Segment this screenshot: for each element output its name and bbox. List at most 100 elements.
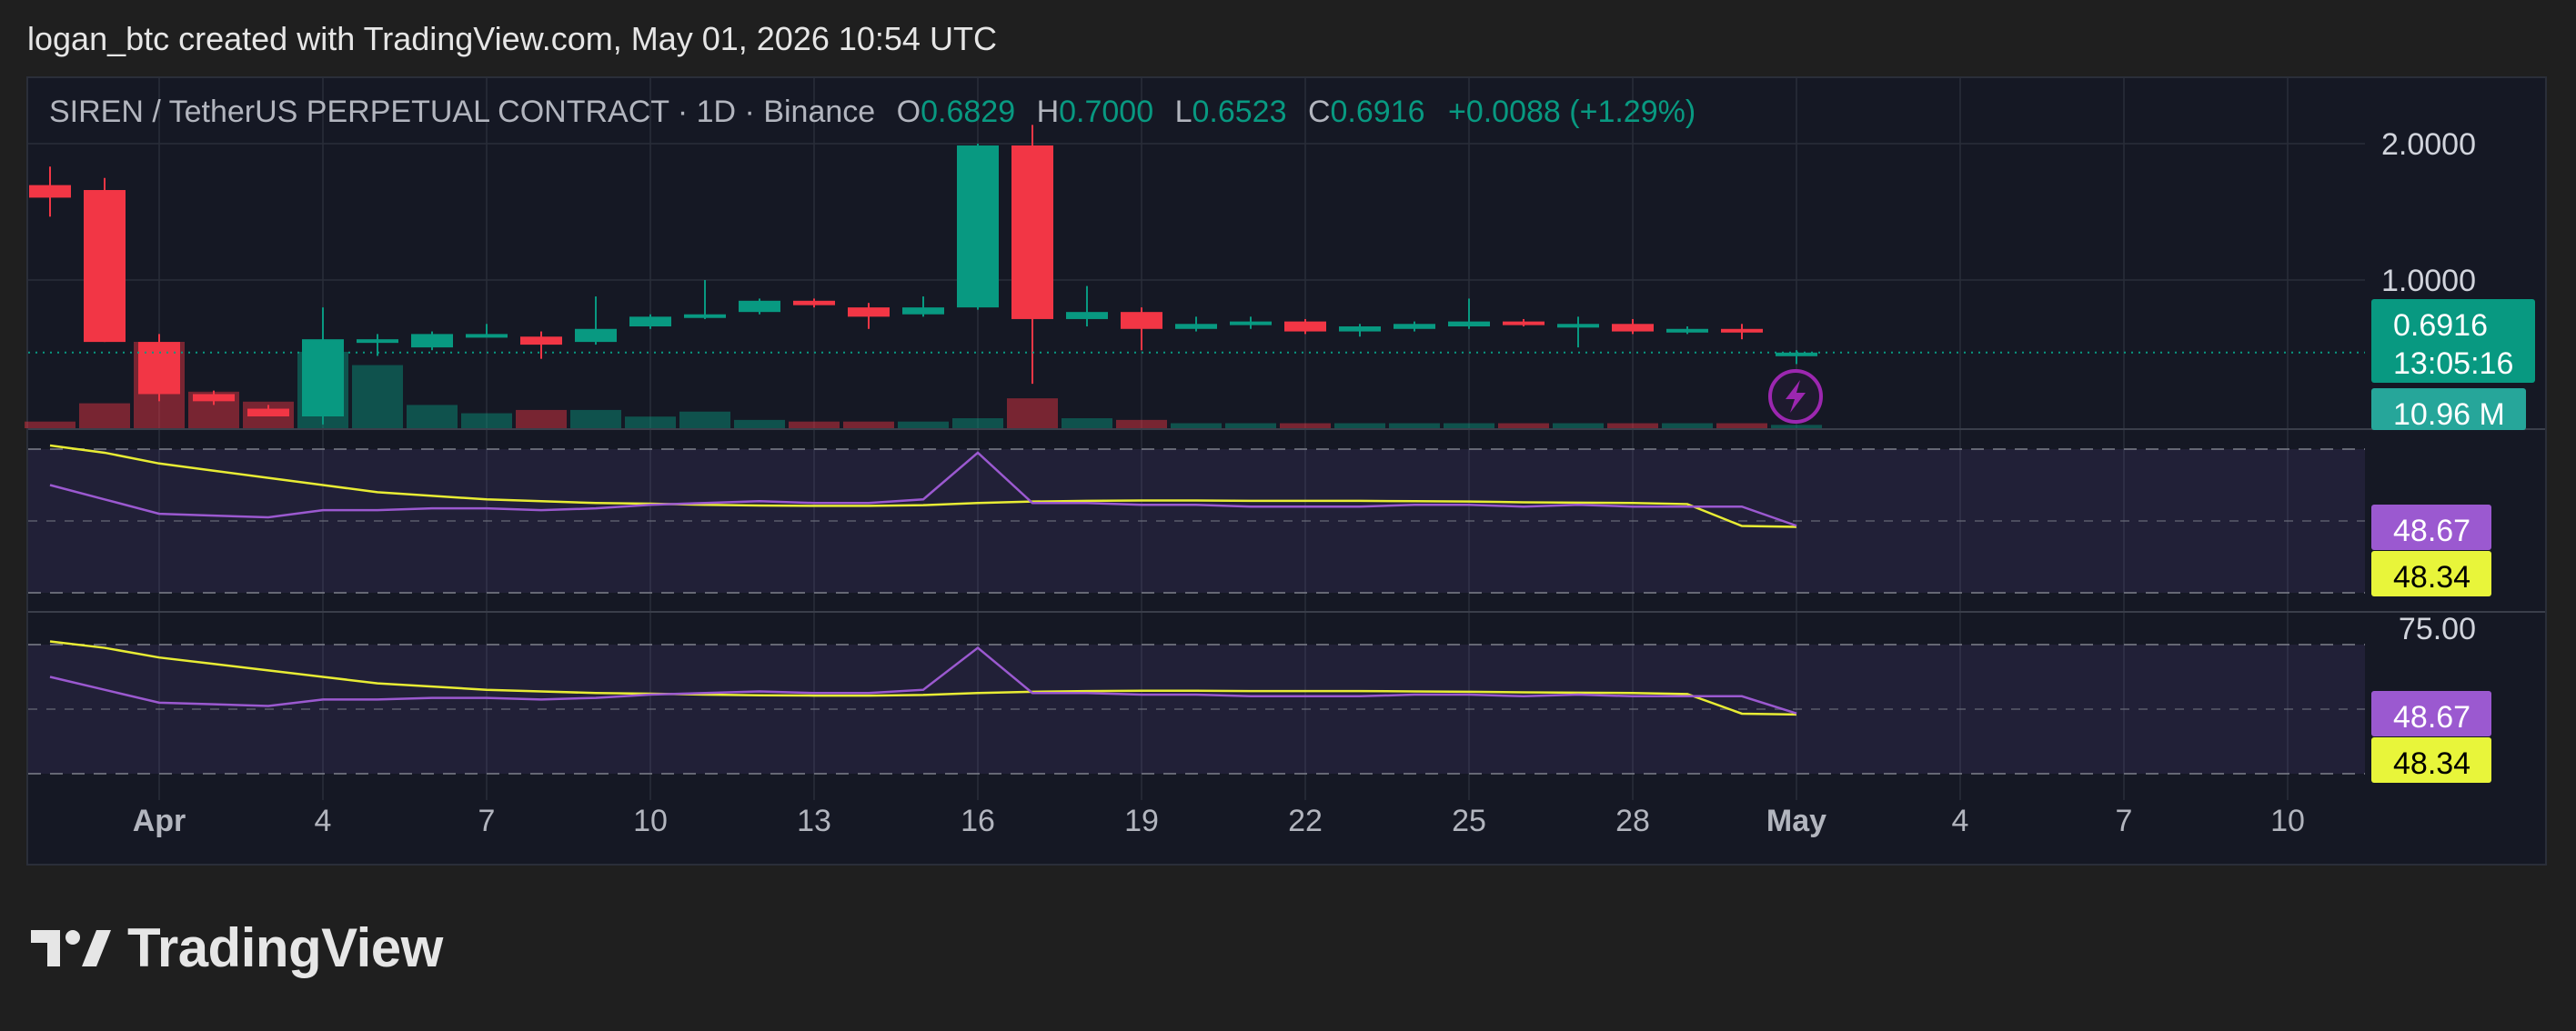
- price-axis-label: 1.0000: [2381, 264, 2476, 298]
- candle-body: [1721, 328, 1763, 333]
- rsi2-tag-text: 48.67: [2393, 700, 2470, 735]
- volume-bar: [352, 365, 403, 428]
- volume-bar: [843, 421, 894, 428]
- x-axis-label: 10: [2270, 804, 2305, 838]
- symbol-legend[interactable]: SIREN / TetherUS PERPETUAL CONTRACT · 1D…: [49, 95, 1696, 130]
- x-axis-label: 10: [633, 804, 668, 838]
- candle-body: [193, 394, 235, 402]
- volume-bar: [1607, 423, 1658, 428]
- candle-body: [848, 307, 890, 317]
- x-axis-label: 7: [478, 804, 496, 838]
- volume-bar: [1334, 423, 1385, 428]
- candle-body: [1011, 145, 1053, 319]
- volume-bar: [734, 419, 785, 428]
- price-axis-label: 2.0000: [2381, 127, 2476, 162]
- volume-bar: [516, 409, 567, 428]
- volume-bar: [1007, 398, 1058, 428]
- x-axis-label: 19: [1124, 804, 1159, 838]
- volume-bar: [1444, 423, 1494, 428]
- change-value: +0.0088 (+1.29%): [1447, 95, 1696, 129]
- volume-bar: [79, 403, 130, 428]
- x-axis-label: 13: [797, 804, 831, 838]
- candle-body: [1339, 326, 1381, 332]
- low-label: L: [1174, 95, 1192, 129]
- low-value: 0.6523: [1192, 95, 1287, 129]
- volume-tag-text: 10.96 M: [2393, 397, 2505, 432]
- alert-icon-group: [1768, 369, 1823, 424]
- volume-bar: [1662, 423, 1713, 428]
- chart-canvas[interactable]: 2.0000 1.0000 75.00 Apr 4 7 10 13 16 19 22 25 28 May 4…: [0, 0, 2576, 1031]
- close-value: 0.6916: [1330, 95, 1425, 129]
- candle-body: [1066, 312, 1108, 319]
- price-tag: 0.691613:05:16: [2371, 299, 2535, 383]
- volume-bar: [1716, 423, 1767, 428]
- volume-bar: [1280, 423, 1331, 428]
- candle-body: [411, 334, 453, 348]
- candle-body: [1175, 324, 1217, 329]
- candle-body: [575, 328, 617, 343]
- rsi-ma-tag: 48.34: [2371, 551, 2491, 596]
- volume-bar: [407, 405, 458, 428]
- candle-body: [1284, 321, 1326, 332]
- x-axis-label: 7: [2116, 804, 2133, 838]
- open-label: O: [896, 95, 921, 129]
- volume-bar: [1498, 423, 1549, 428]
- candle-body: [247, 408, 289, 416]
- candle-body: [29, 185, 71, 198]
- lightning-bolt-icon[interactable]: [1768, 369, 1823, 424]
- rsi2-ma-tag: 48.34: [2371, 737, 2491, 783]
- logo-wordmark: TradingView: [127, 917, 443, 978]
- candle-body: [84, 190, 126, 343]
- x-axis-label: 16: [961, 804, 995, 838]
- price-tag-text: 0.6916: [2393, 308, 2488, 343]
- candle-body: [1666, 328, 1708, 333]
- candle-body: [1557, 324, 1599, 328]
- candle-body: [1612, 324, 1654, 332]
- candle-body: [739, 300, 780, 313]
- volume-bar: [679, 411, 730, 428]
- candle-body: [1394, 324, 1435, 329]
- high-label: H: [1036, 95, 1060, 129]
- symbol-name: SIREN / TetherUS PERPETUAL CONTRACT · 1D…: [49, 95, 876, 129]
- candle-body: [957, 145, 999, 308]
- price-tag-text: 13:05:16: [2393, 346, 2513, 381]
- volume-bar: [789, 421, 840, 428]
- x-axis-label: 22: [1288, 804, 1323, 838]
- volume-bar: [952, 418, 1003, 428]
- tradingview-logo-icon: [31, 929, 111, 966]
- rsi2-tag: 48.67: [2371, 691, 2491, 736]
- x-axis-label: May: [1766, 804, 1826, 838]
- x-axis-label: 25: [1452, 804, 1486, 838]
- candle-body: [138, 342, 180, 395]
- candle-body: [629, 316, 671, 327]
- volume-bar: [461, 413, 512, 428]
- volume-bar: [1389, 423, 1440, 428]
- volume-bar: [1225, 423, 1276, 428]
- rsi-tag-text: 48.67: [2393, 514, 2470, 548]
- candle-body: [1230, 321, 1272, 325]
- candle-body: [1121, 312, 1162, 329]
- candle-body: [520, 336, 562, 345]
- tradingview-logo[interactable]: TradingView: [31, 916, 443, 979]
- volume-bar: [1062, 418, 1112, 428]
- candle-body: [1448, 321, 1490, 327]
- candle-body: [793, 300, 835, 305]
- rsi-axis-label: 75.00: [2399, 612, 2476, 646]
- volume-bar: [1116, 419, 1167, 428]
- x-axis-label: Apr: [133, 804, 186, 838]
- close-label: C: [1307, 95, 1331, 129]
- axis-tags: 0.691613:05:16 10.96 M 48.67 48.34 48.67 48.3…: [2371, 299, 2535, 783]
- rsi-tag: 48.67: [2371, 505, 2491, 550]
- volume-bar: [25, 421, 75, 428]
- open-value: 0.6829: [921, 95, 1016, 129]
- volume-bar: [898, 421, 949, 428]
- x-axis-label: 4: [1952, 804, 1969, 838]
- x-axis-label: 4: [315, 804, 332, 838]
- candle-body: [466, 334, 508, 338]
- high-value: 0.7000: [1059, 95, 1154, 129]
- x-axis-label: 28: [1615, 804, 1650, 838]
- rsi-ma-tag-text: 48.34: [2393, 560, 2470, 595]
- volume-bar: [1771, 425, 1822, 428]
- volume-bars: [25, 342, 1822, 428]
- rsi2-ma-tag-text: 48.34: [2393, 746, 2470, 781]
